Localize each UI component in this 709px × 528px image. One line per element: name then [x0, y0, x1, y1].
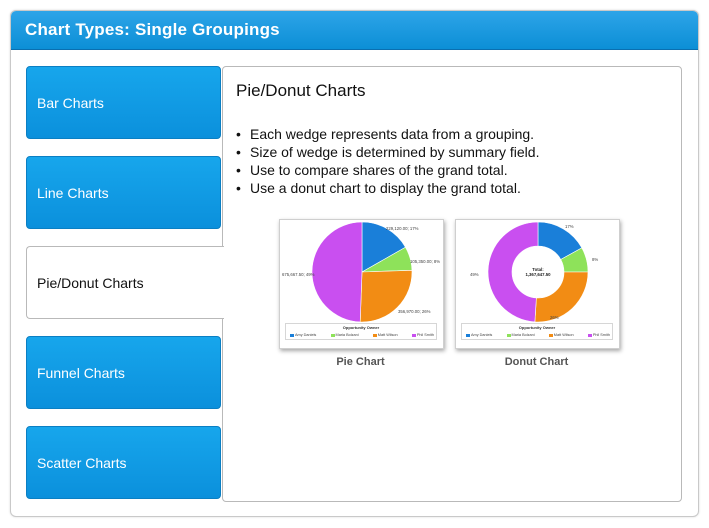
donut-chart-caption: Donut Chart	[504, 356, 569, 368]
pie-chart-thumbnail: 229,120.00; 17% 105,350.00; 8% 356,970.00;…	[279, 219, 444, 349]
chart-legend: Opportunity Owner Amy Daniels Maria Bolz…	[285, 323, 437, 340]
donut-chart-thumbnail: 17% 8% 26% 49% Total: 1,367,647.50 Opportunit…	[455, 219, 620, 349]
legend-swatch	[411, 333, 416, 337]
bullet-item: Use to compare shares of the grand total…	[236, 161, 539, 179]
legend-swatch	[587, 333, 592, 337]
legend-label: Maria Bolzani	[335, 333, 359, 337]
legend-label: Matt Wilson	[377, 333, 398, 337]
page-title: Chart Types: Single Groupings	[25, 20, 280, 39]
legend-swatch	[290, 333, 294, 337]
legend-swatch	[466, 333, 470, 337]
bullet-item: Use a donut chart to display the grand t…	[236, 179, 539, 197]
tab-pie-donut-charts[interactable]: Pie/Donut Charts	[26, 246, 224, 319]
slice-matt-wilson	[359, 270, 413, 323]
slice-matt-wilson	[534, 271, 589, 323]
tab-label: Pie/Donut Charts	[37, 275, 144, 291]
legend-label: Phil Smith	[592, 333, 610, 337]
slice-phil-smith	[311, 221, 363, 323]
data-label: 356,970.00; 26%	[398, 309, 431, 314]
legend-label: Maria Bolzani	[511, 333, 535, 337]
tab-scatter-charts[interactable]: Scatter Charts	[26, 426, 221, 499]
tab-line-charts[interactable]: Line Charts	[26, 156, 221, 229]
data-label: 675,667.50; 49%	[282, 272, 315, 277]
donut-chart-svg: 17%8%26%49%Total:1,367,647.50	[470, 221, 598, 323]
tab-label: Scatter Charts	[37, 455, 127, 471]
tab-label: Funnel Charts	[37, 365, 125, 381]
legend-swatch	[330, 333, 335, 337]
data-label: 17%	[565, 224, 574, 229]
data-label: 26%	[550, 315, 559, 320]
pie-chart-svg: 229,120.00; 17% 105,350.00; 8% 356,970.00;…	[282, 221, 440, 323]
legend-label: Matt Wilson	[553, 333, 574, 337]
legend-item: Maria Bolzani	[330, 333, 359, 337]
title-bar: Chart Types: Single Groupings	[11, 11, 698, 50]
legend-swatch	[506, 333, 511, 337]
lesson-window: Chart Types: Single Groupings Bar Charts…	[10, 10, 699, 517]
bullet-item: Size of wedge is determined by summary f…	[236, 143, 539, 161]
legend-title: Opportunity Owner	[518, 325, 556, 330]
legend-label: Amy Daniels	[295, 333, 317, 337]
legend-item: Matt Wilson	[548, 333, 574, 337]
data-label: 105,350.00; 8%	[410, 259, 440, 264]
legend-item: Matt Wilson	[372, 333, 398, 337]
tab-bar-charts[interactable]: Bar Charts	[26, 66, 221, 139]
section-title: Pie/Donut Charts	[236, 81, 366, 100]
data-label: 229,120.00; 17%	[386, 226, 419, 231]
legend-label: Amy Daniels	[471, 333, 493, 337]
pie-chart-caption: Pie Chart	[336, 356, 385, 368]
legend-title: Opportunity Owner	[342, 325, 380, 330]
content-panel: Pie/Donut Charts Each wedge represents d…	[222, 66, 682, 502]
legend-item: Amy Daniels	[290, 333, 316, 337]
chart-legend: Opportunity Owner Amy Daniels Maria Bolz…	[461, 323, 613, 340]
bullet-item: Each wedge represents data from a groupi…	[236, 125, 539, 143]
legend-swatch	[548, 333, 553, 337]
legend-item: Phil Smith	[587, 333, 610, 337]
bullet-list: Each wedge represents data from a groupi…	[236, 125, 539, 197]
tab-label: Bar Charts	[37, 95, 104, 111]
tab-label: Line Charts	[37, 185, 109, 201]
tab-funnel-charts[interactable]: Funnel Charts	[26, 336, 221, 409]
data-label: 8%	[592, 257, 598, 262]
donut-center-value: 1,367,647.50	[525, 272, 551, 277]
legend-item: Amy Daniels	[466, 333, 492, 337]
data-label: 49%	[470, 272, 479, 277]
legend-swatch	[372, 333, 377, 337]
legend-item: Phil Smith	[411, 333, 434, 337]
legend-item: Maria Bolzani	[506, 333, 535, 337]
legend-label: Phil Smith	[416, 333, 434, 337]
